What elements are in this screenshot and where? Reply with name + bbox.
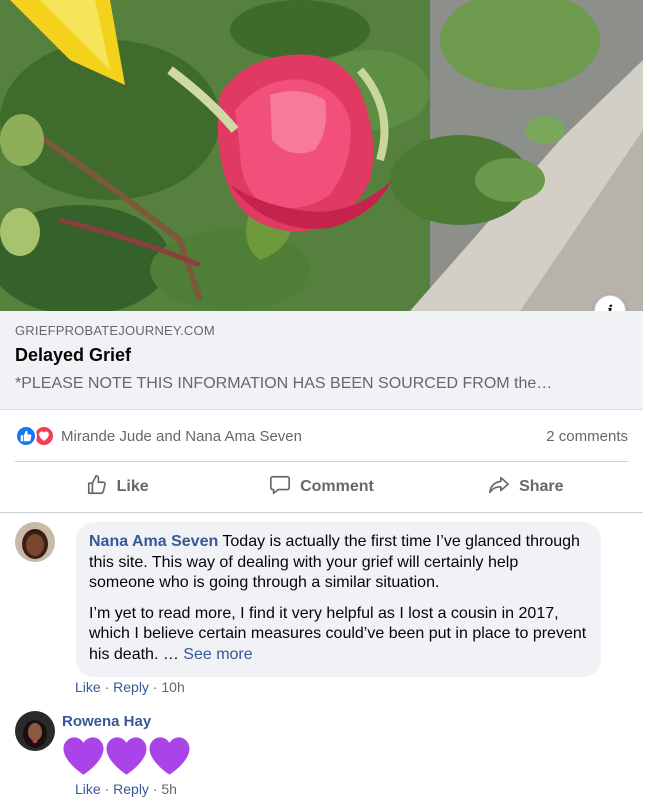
comment-text-paragraph: I’m yet to read more, I find it very hel… xyxy=(89,604,587,666)
comment-like-link[interactable]: Like xyxy=(75,679,101,695)
comment-item: Rowena Hay xyxy=(15,711,191,776)
thumbs-up-icon xyxy=(86,474,108,501)
comment-reply-link[interactable]: Reply xyxy=(113,679,149,695)
comment-timestamp[interactable]: 10h xyxy=(161,679,184,695)
comment-author[interactable]: Rowena Hay xyxy=(62,713,191,730)
post-photo-rose[interactable]: i xyxy=(0,0,643,311)
reactions-left[interactable]: Mirande Jude and Nana Ama Seven xyxy=(15,425,302,447)
purple-heart-emojis xyxy=(62,736,191,776)
link-domain: GRIEFPROBATEJOURNEY.COM xyxy=(15,323,215,338)
share-arrow-icon xyxy=(488,474,510,501)
purple-heart-icon xyxy=(105,736,148,776)
comment-button[interactable]: Comment xyxy=(219,463,423,511)
avatar[interactable] xyxy=(15,522,55,562)
purple-heart-icon xyxy=(148,736,191,776)
comment-like-link[interactable]: Like xyxy=(75,781,101,797)
divider xyxy=(15,461,628,462)
like-button[interactable]: Like xyxy=(15,463,219,511)
post-action-bar: Like Comment Share xyxy=(15,463,628,511)
comment-content: Rowena Hay xyxy=(62,711,191,776)
link-title[interactable]: Delayed Grief xyxy=(15,345,131,366)
like-label: Like xyxy=(116,478,149,495)
see-more-link[interactable]: See more xyxy=(183,646,252,663)
comment-item: Nana Ama Seven Today is actually the fir… xyxy=(15,522,601,677)
comment-bubble: Nana Ama Seven Today is actually the fir… xyxy=(76,522,601,677)
purple-heart-icon xyxy=(62,736,105,776)
comment-reply-link[interactable]: Reply xyxy=(113,781,149,797)
comment-text: Nana Ama Seven Today is actually the fir… xyxy=(89,532,587,594)
comment-icon xyxy=(269,474,291,501)
link-description: *PLEASE NOTE THIS INFORMATION HAS BEEN S… xyxy=(15,375,553,392)
share-button[interactable]: Share xyxy=(424,463,628,511)
reactors-names[interactable]: Mirande Jude and Nana Ama Seven xyxy=(61,428,302,445)
comment-meta: Like · Reply · 5h xyxy=(75,781,177,797)
comment-count[interactable]: 2 comments xyxy=(546,428,628,445)
avatar[interactable] xyxy=(15,711,55,751)
comment-author[interactable]: Nana Ama Seven xyxy=(89,533,218,550)
share-label: Share xyxy=(519,478,564,495)
reactions-summary: Mirande Jude and Nana Ama Seven 2 commen… xyxy=(15,421,628,451)
like-icon xyxy=(15,425,37,447)
comment-label: Comment xyxy=(300,478,374,495)
comment-meta: Like · Reply · 10h xyxy=(75,679,185,695)
comment-timestamp[interactable]: 5h xyxy=(161,781,177,797)
divider xyxy=(0,512,643,513)
link-preview[interactable]: GRIEFPROBATEJOURNEY.COM Delayed Grief *P… xyxy=(0,311,643,410)
rose-photo-image xyxy=(0,0,643,311)
comment-body-2: I’m yet to read more, I find it very hel… xyxy=(89,604,587,663)
